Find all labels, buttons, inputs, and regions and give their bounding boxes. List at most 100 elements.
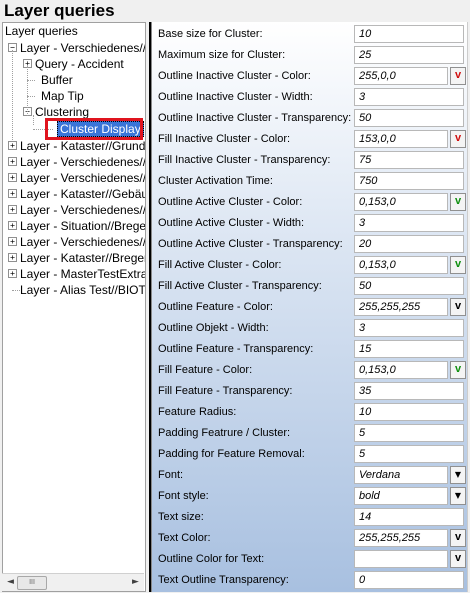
dropdown-arrow-icon[interactable]: ▼ — [450, 466, 466, 484]
color-picker-button[interactable]: v — [450, 361, 466, 379]
color-picker-button[interactable]: v — [450, 193, 466, 211]
property-label: Fill Inactive Cluster - Transparency: — [158, 154, 331, 166]
tree-item[interactable]: + Layer - Verschiedenes// — [3, 202, 146, 218]
tree-item[interactable]: + Layer - Kataster//Grund — [3, 138, 146, 154]
tree-item-label: Buffer — [41, 73, 73, 87]
scroll-right-arrow-icon[interactable]: ► — [129, 576, 142, 589]
color-picker-button[interactable]: v — [450, 256, 466, 274]
color-picker-button[interactable]: v — [450, 67, 466, 85]
property-row: Text Outline Transparency: 0 — [152, 570, 468, 591]
tree-item[interactable]: + Query - Accident — [3, 56, 143, 72]
property-row: Fill Active Cluster - Color: 0,153,0 v — [152, 255, 468, 276]
color-picker-button[interactable]: v — [450, 130, 466, 148]
property-value-field[interactable]: 3 — [354, 319, 464, 337]
property-value-field[interactable]: 153,0,0 — [354, 130, 448, 148]
layer-tree[interactable]: Layer queries − Layer - Verschiedenes//+ Q… — [2, 22, 146, 592]
property-row: Text Color: 255,255,255 v — [152, 528, 468, 549]
expand-icon[interactable]: + — [8, 189, 17, 198]
property-value-field[interactable]: 0,153,0 — [354, 361, 448, 379]
tree-root-label[interactable]: Layer queries — [5, 24, 78, 38]
property-value-field[interactable]: 75 — [354, 151, 464, 169]
property-label: Fill Inactive Cluster - Color: — [158, 133, 291, 145]
property-row: Fill Active Cluster - Transparency: 50 — [152, 276, 468, 297]
property-value-field[interactable]: 0,153,0 — [354, 193, 448, 211]
expand-icon[interactable]: + — [8, 141, 17, 150]
tree-item[interactable]: + Layer - Situation//Brege — [3, 218, 145, 234]
property-value-field[interactable] — [354, 550, 448, 568]
color-picker-button[interactable]: v — [450, 550, 466, 568]
property-label: Base size for Cluster: — [158, 28, 263, 40]
property-value-field[interactable]: 0 — [354, 571, 464, 589]
tree-item[interactable]: Buffer — [3, 72, 143, 88]
property-value-field[interactable]: 255,255,255 — [354, 529, 448, 547]
property-value-field[interactable]: 255,0,0 — [354, 67, 448, 85]
page-title: Layer queries — [4, 1, 115, 20]
property-value-field[interactable]: 750 — [354, 172, 464, 190]
property-row: Outline Color for Text: v — [152, 549, 468, 570]
tree-item-label: Layer - Alias Test//BIOT — [20, 283, 146, 297]
property-value-field[interactable]: 15 — [354, 340, 464, 358]
tree-item[interactable]: Map Tip — [3, 88, 143, 104]
tree-item[interactable]: + Layer - Kataster//Gebäu — [3, 186, 145, 202]
expand-icon[interactable]: + — [8, 237, 17, 246]
property-value-field[interactable]: 14 — [354, 508, 464, 526]
property-value-field[interactable]: 50 — [354, 277, 464, 295]
expand-icon[interactable]: + — [8, 205, 17, 214]
property-value-field[interactable]: 10 — [354, 403, 464, 421]
property-value-field[interactable]: 3 — [354, 88, 464, 106]
expand-icon[interactable]: + — [8, 253, 17, 262]
property-row: Outline Inactive Cluster - Transparency:… — [152, 108, 468, 129]
property-value-field[interactable]: 50 — [354, 109, 464, 127]
property-value-field[interactable]: 25 — [354, 46, 464, 64]
expand-icon[interactable]: + — [8, 221, 17, 230]
property-value-field[interactable]: 5 — [354, 424, 464, 442]
tree-item-label: Layer - Verschiedenes// — [20, 155, 146, 169]
property-value-field[interactable]: 20 — [354, 235, 464, 253]
property-value-field[interactable]: 35 — [354, 382, 464, 400]
expand-icon[interactable]: + — [8, 173, 17, 182]
tree-item[interactable]: + Layer - Verschiedenes// — [3, 170, 145, 186]
tree-item-label: Layer - Verschiedenes// — [20, 203, 146, 217]
dropdown-arrow-icon[interactable]: ▼ — [450, 487, 466, 505]
property-row: Outline Objekt - Width: 3 — [152, 318, 468, 339]
property-label: Font style: — [158, 490, 209, 502]
tree-item[interactable]: + Layer - Verschiedenes// — [3, 154, 146, 170]
tree-item-label: Layer - MasterTestExtra — [20, 267, 146, 281]
property-row: Font style: bold ▼ — [152, 486, 468, 507]
property-row: Maximum size for Cluster: 25 — [152, 45, 468, 66]
property-row: Outline Active Cluster - Color: 0,153,0 v — [152, 192, 468, 213]
property-dropdown[interactable]: bold — [354, 487, 448, 505]
tree-connector-line — [12, 50, 13, 140]
tree-item[interactable]: + Layer - MasterTestExtra — [3, 266, 146, 282]
tree-item-label: Layer - Verschiedenes// — [20, 41, 146, 55]
property-row: Outline Active Cluster - Width: 3 — [152, 213, 468, 234]
property-row: Outline Feature - Transparency: 15 — [152, 339, 468, 360]
selection-highlight-box — [45, 118, 143, 140]
tree-item[interactable]: + Layer - Verschiedenes// — [3, 234, 145, 250]
property-label: Outline Active Cluster - Width: — [158, 217, 305, 229]
tree-item[interactable]: + Layer - Kataster//Bregen — [3, 250, 145, 266]
property-value-field[interactable]: 255,255,255 — [354, 298, 448, 316]
color-picker-button[interactable]: v — [450, 298, 466, 316]
color-picker-button[interactable]: v — [450, 529, 466, 547]
property-value-field[interactable]: 3 — [354, 214, 464, 232]
tree-item-label: Map Tip — [41, 89, 84, 103]
tree-item-label: Layer - Kataster//Grund — [20, 139, 146, 153]
property-row: Fill Inactive Cluster - Transparency: 75 — [152, 150, 468, 171]
property-label: Outline Feature - Transparency: — [158, 343, 314, 355]
scroll-thumb[interactable]: III — [17, 576, 47, 590]
property-row: Base size for Cluster: 10 — [152, 24, 468, 45]
expand-icon[interactable]: + — [8, 157, 17, 166]
property-value-field[interactable]: 0,153,0 — [354, 256, 448, 274]
property-label: Outline Inactive Cluster - Width: — [158, 91, 313, 103]
tree-item[interactable]: − Layer - Verschiedenes// — [3, 40, 146, 56]
property-label: Outline Active Cluster - Color: — [158, 196, 303, 208]
property-dropdown[interactable]: Verdana — [354, 466, 448, 484]
expand-icon[interactable]: + — [8, 269, 17, 278]
tree-horizontal-scrollbar[interactable]: ◄ III ► — [2, 573, 144, 591]
property-value-field[interactable]: 10 — [354, 25, 464, 43]
property-row: Feature Radius: 10 — [152, 402, 468, 423]
scroll-left-arrow-icon[interactable]: ◄ — [4, 576, 17, 589]
property-value-field[interactable]: 5 — [354, 445, 464, 463]
tree-item[interactable]: Layer - Alias Test//BIOT — [3, 282, 146, 298]
